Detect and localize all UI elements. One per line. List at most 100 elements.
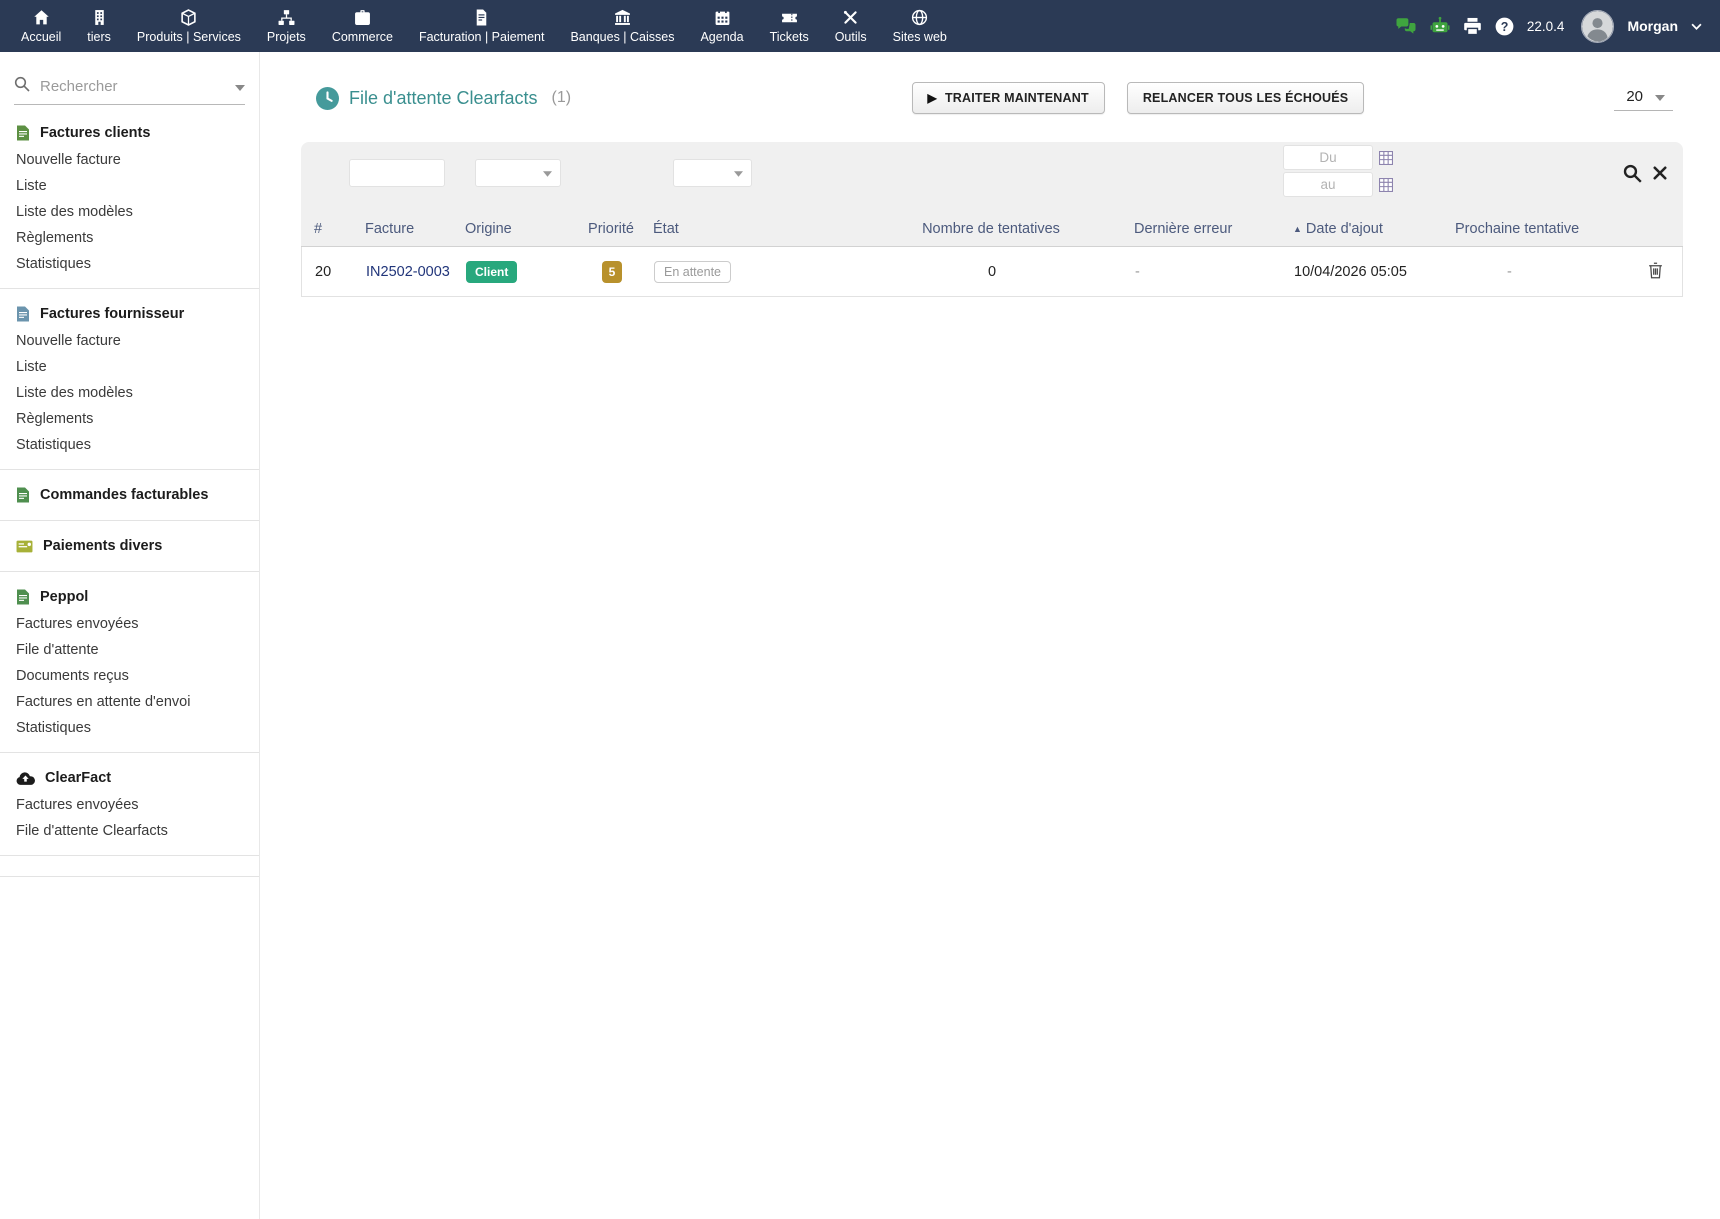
cell-priorite: 5: [572, 261, 652, 283]
page-size-select[interactable]: 20: [1614, 85, 1673, 111]
main-content: File d'attente Clearfacts (1) ▶ TRAITER …: [260, 52, 1720, 1219]
process-now-label: TRAITER MAINTENANT: [945, 91, 1089, 105]
sidebar-item-peppol-statistiques[interactable]: Statistiques: [0, 715, 259, 741]
sidebar-section-factures-clients[interactable]: Factures clients: [0, 119, 259, 147]
cube-icon: [180, 9, 197, 26]
sidebar-item-peppol-factures-envoyees[interactable]: Factures envoyées: [0, 611, 259, 637]
nav-label: Tickets: [770, 30, 809, 44]
sidebar-item-peppol-documents-recus[interactable]: Documents reçus: [0, 663, 259, 689]
calendar-picker-au-icon[interactable]: [1379, 178, 1393, 192]
nav-label: Sites web: [893, 30, 947, 44]
sidebar-item-liste-modeles-fournisseur[interactable]: Liste des modèles: [0, 380, 259, 406]
col-header-tentatives[interactable]: Nombre de tentatives: [856, 221, 1126, 237]
filter-facture-input[interactable]: [349, 159, 445, 187]
sidebar-item-statistiques-fournisseur[interactable]: Statistiques: [0, 432, 259, 458]
col-header-date-ajout-label: Date d'ajout: [1306, 221, 1383, 237]
nav-item-commerce[interactable]: Commerce: [319, 0, 406, 52]
apply-filter-search-icon[interactable]: [1623, 164, 1642, 188]
col-header-derniere-erreur[interactable]: Dernière erreur: [1126, 221, 1291, 237]
sidebar-item-liste-client[interactable]: Liste: [0, 173, 259, 199]
sidebar-item-statistiques-client[interactable]: Statistiques: [0, 251, 259, 277]
user-name[interactable]: Morgan: [1627, 18, 1678, 34]
nav-item-facturation-paiement[interactable]: Facturation | Paiement: [406, 0, 558, 52]
sidebar-divider: [0, 469, 259, 470]
sidebar-item-peppol-file-attente[interactable]: File d'attente: [0, 637, 259, 663]
search-input[interactable]: [38, 77, 227, 96]
delete-trash-icon[interactable]: [1646, 260, 1665, 281]
nav-label: Commerce: [332, 30, 393, 44]
page-size-value: 20: [1626, 88, 1643, 105]
page-title: File d'attente Clearfacts: [349, 88, 538, 109]
priorite-badge: 5: [602, 261, 623, 283]
bank-icon: [614, 9, 631, 26]
chat-icon[interactable]: [1395, 17, 1417, 36]
col-header-prochaine-tentative[interactable]: Prochaine tentative: [1451, 221, 1626, 237]
nav-item-projets[interactable]: Projets: [254, 0, 319, 52]
sidebar-section-factures-fournisseur[interactable]: Factures fournisseur: [0, 300, 259, 328]
sidebar-section-peppol[interactable]: Peppol: [0, 583, 259, 611]
sidebar-item-clearfact-file-attente[interactable]: File d'attente Clearfacts: [0, 818, 259, 844]
nav-item-accueil[interactable]: Accueil: [8, 0, 74, 52]
sidebar-item-liste-fournisseur[interactable]: Liste: [0, 354, 259, 380]
nav-item-banques-caisses[interactable]: Banques | Caisses: [557, 0, 687, 52]
filter-date-du-input[interactable]: [1283, 145, 1373, 170]
cell-date-ajout: 10/04/2026 05:05: [1292, 264, 1452, 280]
printer-icon[interactable]: [1463, 17, 1482, 36]
section-title: ClearFact: [45, 770, 111, 786]
search-caret-icon[interactable]: [235, 78, 245, 96]
money-check-icon: [16, 540, 33, 553]
sidebar-item-reglements-client[interactable]: Règlements: [0, 225, 259, 251]
cell-origine: Client: [462, 261, 572, 283]
table-filter-bar: [301, 142, 1683, 212]
svg-text:?: ?: [1501, 20, 1509, 34]
file-peppol-icon: [16, 589, 30, 605]
nav-item-sites-web[interactable]: Sites web: [880, 0, 960, 52]
filter-etat-select[interactable]: [673, 159, 752, 187]
nav-item-produits-services[interactable]: Produits | Services: [124, 0, 254, 52]
sidebar-item-liste-modeles-client[interactable]: Liste des modèles: [0, 199, 259, 225]
sitemap-icon: [278, 9, 295, 26]
nav-item-tickets[interactable]: Tickets: [757, 0, 822, 52]
sort-asc-icon: ▲: [1293, 225, 1302, 234]
top-navigation-bar: Accueil tiers Produits | Services Projet…: [0, 0, 1720, 52]
building-icon: [91, 9, 108, 26]
sidebar-item-nouvelle-facture-client[interactable]: Nouvelle facture: [0, 147, 259, 173]
retry-all-failed-label: RELANCER TOUS LES ÉCHOUÉS: [1143, 91, 1349, 105]
calendar-picker-du-icon[interactable]: [1379, 151, 1393, 165]
help-icon[interactable]: ?: [1495, 17, 1514, 36]
col-header-origine[interactable]: Origine: [461, 221, 571, 237]
nav-item-outils[interactable]: Outils: [822, 0, 880, 52]
sidebar-section-paiements-divers[interactable]: Paiements divers: [0, 532, 259, 560]
sidebar-item-reglements-fournisseur[interactable]: Règlements: [0, 406, 259, 432]
cell-derniere-erreur: -: [1127, 264, 1292, 280]
sidebar-item-clearfact-factures-envoyees[interactable]: Factures envoyées: [0, 792, 259, 818]
nav-item-agenda[interactable]: Agenda: [687, 0, 756, 52]
col-header-date-ajout[interactable]: ▲ Date d'ajout: [1291, 221, 1451, 237]
col-header-etat[interactable]: État: [651, 221, 856, 237]
filter-origine-select[interactable]: [475, 159, 561, 187]
sidebar-section-clearfact[interactable]: ClearFact: [0, 764, 259, 792]
sidebar-item-nouvelle-facture-fournisseur[interactable]: Nouvelle facture: [0, 328, 259, 354]
page-title-wrap: File d'attente Clearfacts (1): [316, 87, 571, 110]
filter-date-au-input[interactable]: [1283, 172, 1373, 197]
process-now-button[interactable]: ▶ TRAITER MAINTENANT: [912, 82, 1105, 114]
chevron-down-icon[interactable]: [1691, 23, 1702, 30]
sidebar-section-commandes-facturables[interactable]: Commandes facturables: [0, 481, 259, 509]
col-header-priorite[interactable]: Priorité: [571, 221, 651, 237]
tools-icon: [842, 9, 859, 26]
user-avatar[interactable]: [1581, 10, 1614, 43]
briefcase-icon: [354, 9, 371, 26]
play-icon: ▶: [928, 92, 937, 104]
robot-icon[interactable]: [1430, 16, 1450, 36]
clear-filter-icon[interactable]: [1653, 166, 1667, 185]
retry-all-failed-button[interactable]: RELANCER TOUS LES ÉCHOUÉS: [1127, 82, 1365, 114]
col-header-facture[interactable]: Facture: [346, 221, 461, 237]
table-header-row: # Facture Origine Priorité État Nombre d…: [301, 212, 1683, 247]
sidebar-item-peppol-factures-attente-envoi[interactable]: Factures en attente d'envoi: [0, 689, 259, 715]
facture-link[interactable]: IN2502-0003: [366, 264, 450, 280]
nav-item-tiers[interactable]: tiers: [74, 0, 124, 52]
file-invoice-icon: [473, 9, 490, 26]
origine-badge: Client: [466, 261, 517, 283]
col-header-num[interactable]: #: [301, 221, 346, 237]
nav-label: Banques | Caisses: [570, 30, 674, 44]
